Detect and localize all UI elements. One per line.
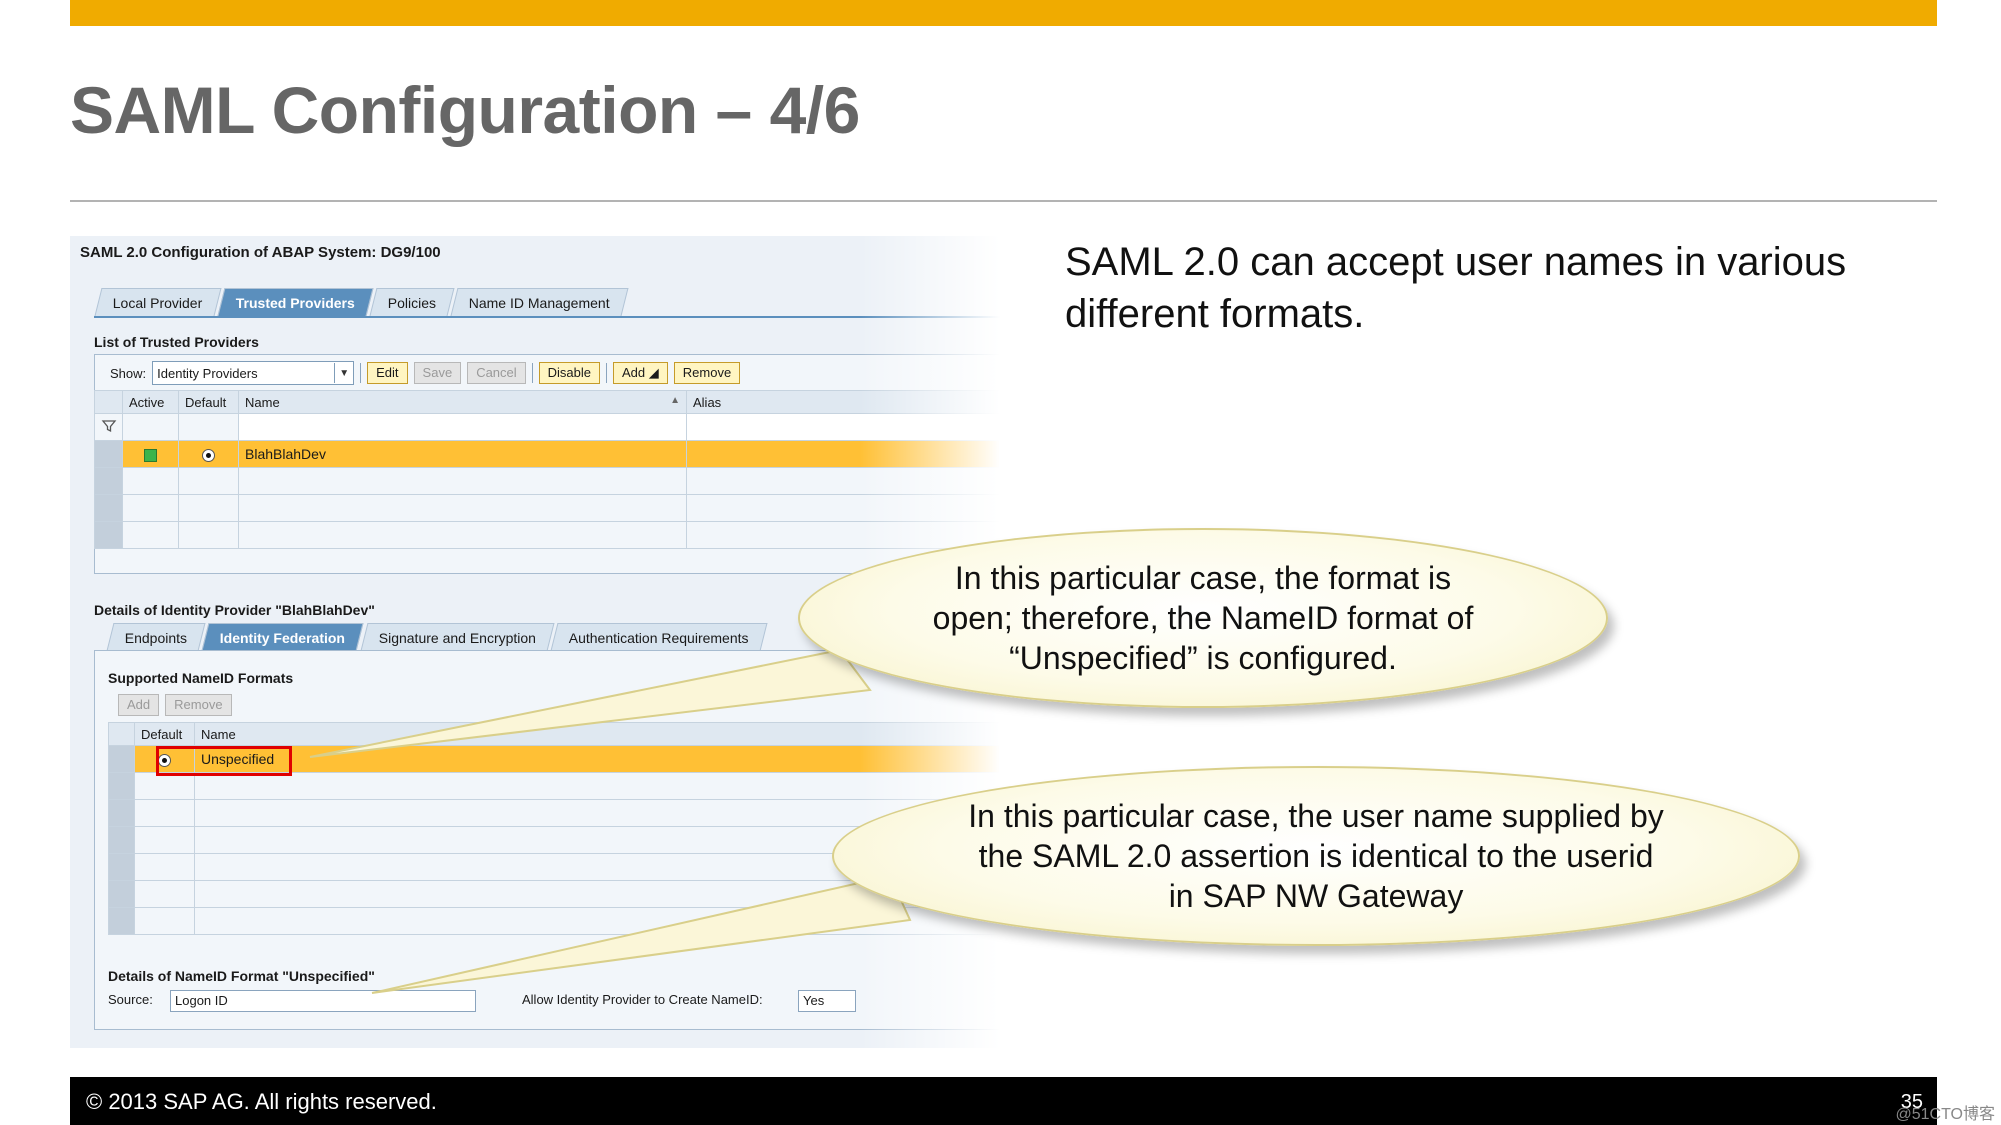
callout1-pointer	[309, 648, 872, 758]
callout-text-1: In this particular case, the format is o…	[932, 560, 1474, 676]
callout2-pointer	[371, 874, 912, 994]
callout-bubble-1: In this particular case, the format is o…	[798, 528, 1608, 708]
callout-bubble-2: In this particular case, the user name s…	[832, 766, 1800, 946]
watermark: @51CTO博客	[1895, 1106, 1995, 1123]
callout-text-2: In this particular case, the user name s…	[968, 798, 1664, 914]
